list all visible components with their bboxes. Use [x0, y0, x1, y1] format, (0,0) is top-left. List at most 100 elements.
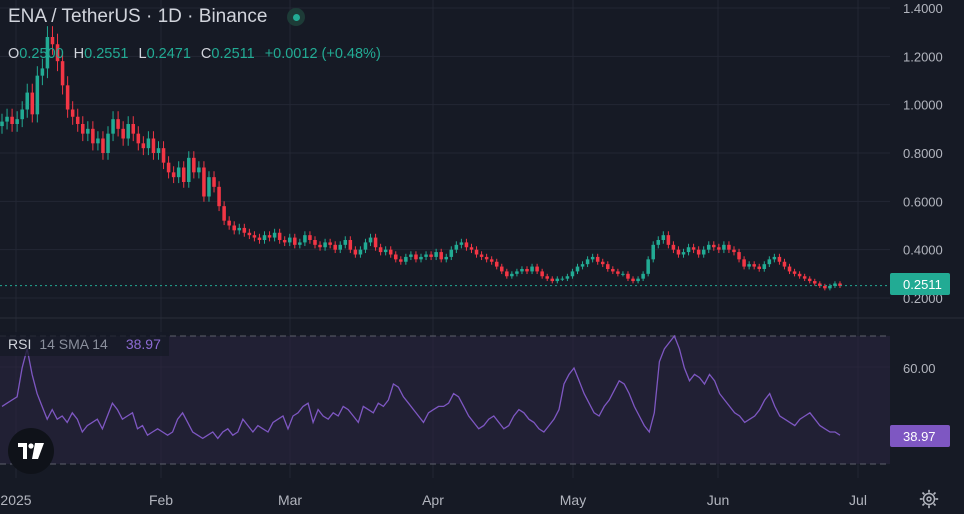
candle-body	[15, 119, 19, 124]
candle-body	[277, 232, 282, 240]
candle-body	[111, 119, 115, 134]
candle-body	[757, 266, 761, 269]
chart-header: ENA / TetherUS · 1D · Binance	[8, 6, 306, 28]
candle-body	[515, 271, 519, 274]
candle-body	[197, 167, 201, 173]
candle-body	[60, 61, 65, 86]
candle-body	[590, 256, 595, 260]
candle-body	[323, 242, 327, 248]
candle-body	[646, 259, 650, 274]
candle-body	[510, 273, 514, 277]
rsi-legend[interactable]: RSI 14 SMA 14 38.97	[0, 332, 169, 356]
candle-body	[65, 85, 70, 110]
high-label: H	[73, 46, 85, 62]
candle-body	[742, 259, 746, 267]
candle-body	[287, 237, 292, 243]
rsi-axis-tick: 60.00	[903, 361, 936, 376]
candle-body	[353, 249, 358, 255]
candle-body	[429, 254, 433, 257]
candle-body	[666, 235, 671, 245]
candle-body	[782, 261, 787, 267]
candle-body	[106, 133, 110, 153]
candle-body	[535, 266, 539, 272]
candle-body	[303, 235, 307, 243]
candle-body	[717, 247, 721, 250]
candle-body	[40, 68, 45, 76]
candle-body	[419, 256, 423, 260]
open-value: 0.2500	[19, 46, 64, 62]
candle-body	[338, 244, 342, 250]
candle-body	[404, 256, 408, 262]
candle-body	[469, 247, 474, 250]
time-label: May	[560, 492, 586, 508]
candle-body	[156, 148, 161, 153]
rsi-name: RSI	[8, 336, 32, 352]
candle-body	[792, 271, 797, 274]
candle-body	[474, 249, 479, 255]
candle-body	[661, 235, 666, 240]
candle-body	[565, 276, 570, 279]
candle-body	[489, 259, 494, 262]
candle-body	[580, 264, 585, 267]
ohlc-legend: O0.2500 H0.2551 L0.2471 C0.2511 +0.0012 …	[8, 46, 381, 62]
candle-body	[802, 276, 807, 279]
candle-body	[525, 269, 529, 272]
candle-body	[368, 237, 373, 243]
candle-body	[267, 235, 272, 238]
candle-body	[136, 133, 141, 144]
candle-body	[691, 247, 696, 250]
candle-body	[399, 259, 403, 262]
symbol-title[interactable]: ENA / TetherUS · 1D · Binance	[8, 6, 267, 28]
candle-body	[671, 244, 676, 250]
candle-body	[146, 138, 151, 149]
candle-body	[252, 235, 257, 238]
candle-body	[25, 92, 30, 110]
price-axis[interactable]: 1.40001.20001.00000.80000.60000.40000.20…	[903, 1, 943, 306]
candle-body	[787, 266, 792, 272]
candle-body	[540, 271, 544, 277]
candle-body	[823, 285, 827, 289]
candle-body	[777, 256, 782, 262]
candle-body	[176, 167, 181, 178]
candle-body	[439, 252, 443, 260]
candle-body	[30, 92, 35, 115]
candle-body	[96, 138, 100, 144]
time-axis[interactable]: 2025 Feb Mar Apr May Jun Jul	[0, 492, 867, 508]
gear-icon[interactable]	[918, 488, 940, 510]
candle-body	[35, 75, 40, 115]
candle-body	[222, 206, 226, 221]
candlestick-series	[0, 26, 842, 291]
chart-canvas[interactable]: 1.40001.20001.00000.80000.60000.40000.20…	[0, 0, 964, 514]
candle-body	[807, 278, 812, 282]
candle-body	[636, 278, 640, 282]
candle-body	[121, 128, 125, 139]
candle-body	[575, 266, 580, 272]
candle-body	[207, 177, 211, 197]
candle-body	[0, 121, 4, 127]
candle-body	[227, 220, 231, 226]
candle-body	[767, 259, 772, 265]
rsi-value-badge: 38.97	[890, 425, 950, 447]
tradingview-logo-icon[interactable]	[8, 428, 54, 474]
candle-body	[747, 264, 751, 267]
candle-body	[722, 244, 726, 250]
candle-body	[151, 138, 156, 153]
candle-body	[313, 240, 317, 245]
time-label: 2025	[0, 492, 31, 508]
candle-body	[606, 264, 610, 269]
candle-body	[212, 177, 216, 187]
candle-body	[343, 240, 348, 245]
candle-body	[727, 244, 731, 250]
candle-body	[101, 138, 105, 153]
candle-body	[217, 186, 221, 207]
candle-body	[595, 256, 600, 262]
candle-body	[202, 167, 206, 197]
candle-body	[272, 232, 277, 238]
candle-body	[530, 266, 534, 272]
candle-body	[10, 116, 14, 124]
rsi-legend-value: 38.97	[125, 336, 161, 352]
candle-body	[676, 249, 681, 255]
candle-body	[232, 225, 236, 231]
candle-body	[545, 276, 549, 279]
candle-body	[656, 240, 661, 245]
